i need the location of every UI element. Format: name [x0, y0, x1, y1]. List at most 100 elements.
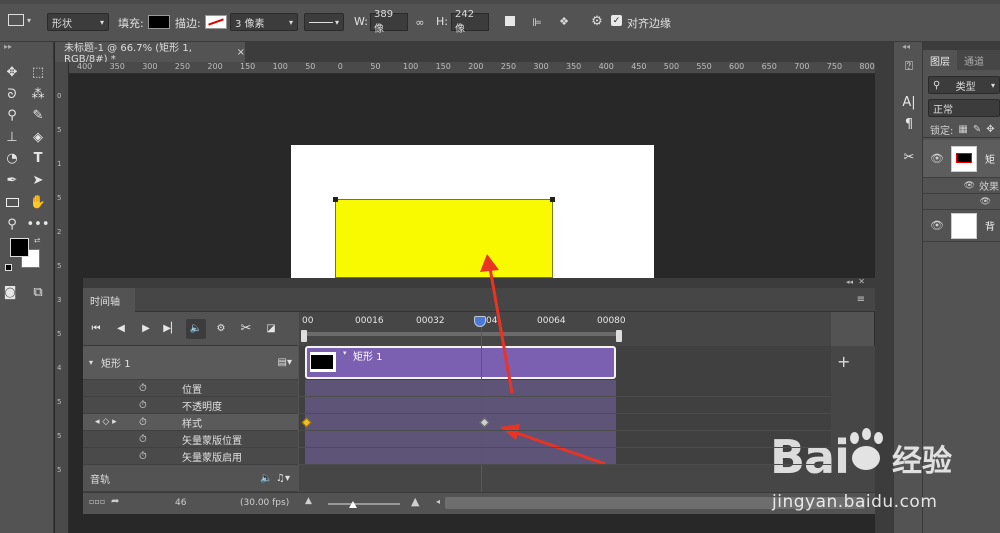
tab-timeline[interactable]: 时间轴	[83, 288, 135, 312]
audio-options-icon[interactable]: 🔈 ♫▾	[260, 473, 290, 484]
scroll-left-icon[interactable]: ◂	[436, 497, 440, 506]
rectangle-tool-icon[interactable]	[2, 192, 22, 212]
panel-menu-icon[interactable]: ≡	[857, 294, 865, 305]
eye-icon[interactable]: 👁	[923, 181, 975, 191]
previous-frame-icon[interactable]: ◀	[111, 319, 131, 339]
stopwatch-icon[interactable]: ⏱	[139, 383, 147, 394]
path-selection-tool-icon[interactable]: ➤	[28, 170, 48, 190]
height-input[interactable]: 242 像	[451, 9, 489, 35]
stopwatch-icon[interactable]: ⏱	[139, 400, 147, 411]
layer-effects-row[interactable]: 👁 效果	[923, 178, 1000, 194]
stopwatch-icon[interactable]: ⏱	[139, 417, 147, 428]
zoom-out-icon[interactable]: ▲	[305, 496, 312, 506]
property-row[interactable]: ◂ ◇ ▸ ⏱ 样式	[83, 414, 298, 431]
eye-icon[interactable]: 👁	[923, 219, 951, 232]
panel-collapse-icon[interactable]: ▸▸	[4, 42, 50, 51]
layer-row-background[interactable]: 👁 背	[923, 210, 1000, 242]
property-row[interactable]: ⏱ 矢量蒙版位置	[83, 431, 298, 448]
close-icon[interactable]: ✕	[858, 277, 865, 286]
mode-select[interactable]: 形状 ▾	[47, 13, 109, 31]
gear-icon[interactable]: ⚙	[590, 14, 604, 29]
brush-tool-icon[interactable]: ✎	[28, 105, 48, 125]
layer-group-row[interactable]: ▾ 矩形 1 ▤▾	[83, 346, 298, 380]
path-arrangement-icon[interactable]: ❖	[557, 14, 571, 28]
stroke-swatch[interactable]	[205, 15, 227, 29]
rectangle-shape[interactable]	[333, 197, 555, 278]
layer-filter-select[interactable]: ⚲ 类型 ▾	[928, 76, 1000, 94]
transition-icon[interactable]: ◪	[261, 319, 281, 339]
eyedropper-tool-icon[interactable]: ⚲	[2, 105, 22, 125]
collapse-icon[interactable]: ◂◂	[846, 278, 853, 286]
align-edges-checkbox[interactable]: ✓	[611, 15, 622, 26]
layer-row-rectangle[interactable]: 👁 矩	[923, 140, 1000, 178]
chevron-down-icon[interactable]: ▾	[89, 358, 93, 367]
character-styles-icon[interactable]: ⍰	[899, 56, 919, 76]
zoom-in-icon[interactable]: ▲	[411, 495, 419, 508]
path-alignment-icon[interactable]: ⊫	[530, 15, 544, 29]
stroke-size-select[interactable]: 3 像素 ▾	[230, 13, 298, 31]
work-area-start-handle[interactable]	[301, 330, 307, 342]
marquee-tool-icon[interactable]: ⬚	[28, 62, 48, 82]
play-icon[interactable]: ▶	[136, 319, 156, 339]
stamp-tool-icon[interactable]: ⊥	[2, 127, 22, 147]
dock-collapse-icon[interactable]: ◂◂	[902, 42, 910, 51]
blend-mode-select[interactable]: 正常	[928, 99, 1000, 117]
eye-icon[interactable]: 👁	[923, 197, 991, 207]
stopwatch-icon[interactable]: ⏱	[139, 451, 147, 462]
timeline-ruler[interactable]: 00 00016 00032 04 00064 00080	[299, 312, 831, 346]
type-tool-icon[interactable]: T	[28, 148, 48, 168]
stopwatch-icon[interactable]: ⏱	[139, 434, 147, 445]
split-scissors-icon[interactable]: ✂	[236, 319, 256, 339]
playhead-line[interactable]	[481, 322, 482, 492]
tab-channels[interactable]: 通道	[957, 50, 991, 70]
work-area-bar[interactable]	[304, 332, 617, 336]
move-tool-icon[interactable]: ✥	[2, 62, 22, 82]
fill-swatch[interactable]	[148, 15, 170, 29]
default-colors-icon[interactable]	[5, 264, 12, 271]
swap-colors-icon[interactable]: ⮂	[34, 236, 40, 246]
paragraph-panel-icon[interactable]: ¶	[899, 114, 919, 134]
magic-wand-tool-icon[interactable]: ⁂	[28, 84, 48, 104]
property-row[interactable]: ⏱ 矢量蒙版启用	[83, 448, 298, 465]
zoom-slider[interactable]	[328, 503, 400, 505]
audio-track-row[interactable]: 音轨 🔈 ♫▾	[83, 465, 298, 492]
zoom-tool-icon[interactable]: ⚲	[2, 214, 22, 234]
layer-clip[interactable]: ▾ 矩形 1	[305, 346, 616, 379]
work-area-end-handle[interactable]	[616, 330, 622, 342]
convert-frames-icon[interactable]: ▫▫▫	[89, 497, 105, 506]
lock-position-icon[interactable]: ✥	[986, 124, 994, 135]
lasso-tool-icon[interactable]: ᘐ	[2, 84, 22, 104]
eraser-tool-icon[interactable]: ◈	[28, 127, 48, 147]
stroke-type-select[interactable]: ▾	[304, 13, 344, 31]
layer-effect-item-row[interactable]: 👁	[923, 194, 1000, 210]
screen-mode-icon[interactable]: ⧉	[28, 282, 48, 302]
quick-mask-icon[interactable]: ◙	[0, 282, 20, 302]
hand-tool-icon[interactable]: ✋	[28, 192, 48, 212]
chevron-down-icon[interactable]: ▾	[343, 349, 347, 357]
lock-pixels-icon[interactable]: ✎	[973, 124, 981, 135]
character-panel-icon[interactable]: A|	[899, 92, 919, 112]
tab-layers[interactable]: 图层	[923, 50, 957, 70]
transform-handle[interactable]	[550, 197, 555, 202]
link-icon[interactable]: ∞	[413, 15, 427, 29]
next-frame-icon[interactable]: ▶▏	[161, 319, 181, 339]
lock-transparency-icon[interactable]: ▦	[958, 124, 967, 135]
render-video-icon[interactable]: ➦	[111, 496, 119, 507]
tool-presets-icon[interactable]: ✂	[899, 147, 919, 167]
film-strip-icon[interactable]: ▤▾	[278, 357, 292, 368]
path-operations-icon[interactable]	[505, 16, 515, 26]
pen-tool-icon[interactable]: ✒	[2, 170, 22, 190]
document-tab[interactable]: 未标题-1 @ 66.7% (矩形 1, RGB/8#) * ×	[55, 42, 245, 65]
keyframe-navigator-icon[interactable]: ◂ ◇ ▸	[95, 417, 117, 427]
close-icon[interactable]: ×	[237, 47, 245, 58]
transform-handle[interactable]	[333, 197, 338, 202]
more-tools-icon[interactable]: •••	[27, 214, 50, 234]
audio-toggle-icon[interactable]: 🔈	[186, 318, 206, 339]
property-row[interactable]: ⏱ 不透明度	[83, 397, 298, 414]
zoom-slider-thumb[interactable]	[349, 501, 357, 508]
add-media-button[interactable]: +	[837, 352, 850, 371]
width-input[interactable]: 389 像	[370, 9, 408, 35]
foreground-color[interactable]	[10, 238, 29, 257]
property-row[interactable]: ⏱ 位置	[83, 380, 298, 397]
eye-icon[interactable]: 👁	[923, 152, 951, 165]
